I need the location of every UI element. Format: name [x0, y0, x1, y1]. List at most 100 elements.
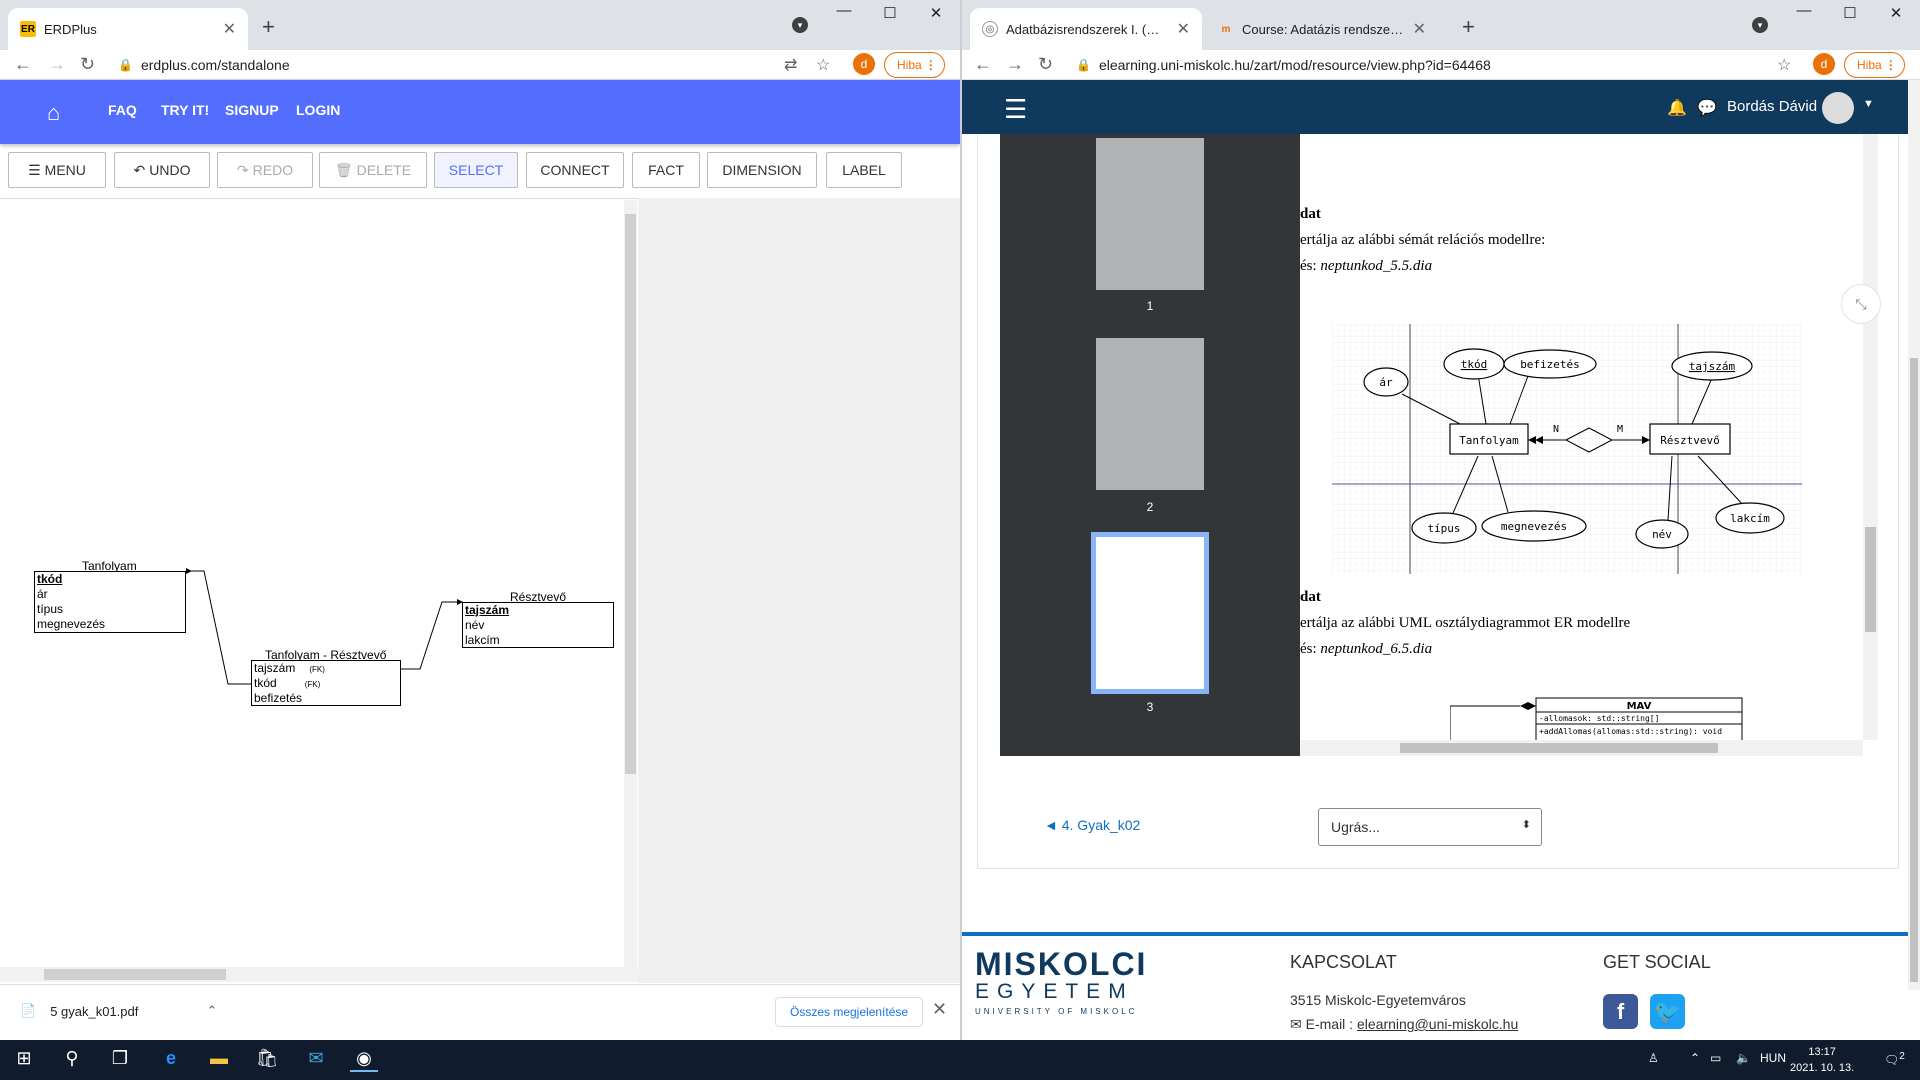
attr-row: ár — [37, 587, 48, 601]
pdf-viewer[interactable]: 1 2 3 dat ertálja az alábbi sémát reláci… — [1000, 134, 1878, 756]
fullscreen-toggle-icon[interactable]: ⤡ — [1841, 284, 1881, 324]
tab-adatbazisrendszerek[interactable]: ◎ Adatbázisrendszerek I. (GEIAL32 ✕ — [970, 8, 1202, 50]
menu-dots-icon: ⋮ — [924, 58, 937, 72]
entity-resztvevo[interactable]: tajszám név lakcím — [462, 602, 614, 648]
profile-avatar[interactable]: d — [1813, 53, 1835, 75]
store-icon[interactable]: 🛍 — [253, 1048, 281, 1072]
select-button[interactable]: SELECT — [434, 152, 518, 188]
address-bar[interactable]: 🔒 elearning.uni-miskolc.hu/zart/mod/reso… — [1076, 51, 1491, 79]
undo-button[interactable]: ↶ UNDO — [114, 152, 210, 188]
select-arrows-icon: ⬍ — [1521, 819, 1531, 831]
university-logo: MISKOLCI — [975, 946, 1148, 982]
search-icon[interactable]: ⚲ — [58, 1048, 86, 1072]
user-menu-caret-icon[interactable]: ▼ — [1863, 98, 1874, 110]
close-window-icon[interactable]: ✕ — [920, 4, 952, 22]
hamburger-icon[interactable]: ☰ — [1004, 94, 1027, 125]
entity-kapcsolo[interactable]: tajszám (FK) tkód (FK) befizetés — [251, 660, 401, 706]
close-window-icon[interactable]: ✕ — [1880, 4, 1912, 22]
people-icon[interactable]: ♙ — [1648, 1051, 1659, 1065]
task-view-icon[interactable]: ❐ — [106, 1048, 134, 1072]
bookmark-star-icon[interactable]: ☆ — [1777, 55, 1791, 75]
redo-button[interactable]: ↷ REDO — [217, 152, 313, 188]
new-tab-icon[interactable]: + — [1462, 14, 1475, 40]
tab-erdplus[interactable]: ER ERDPlus ✕ — [8, 8, 248, 50]
edge-icon[interactable]: e — [157, 1048, 185, 1072]
maximize-icon[interactable]: ☐ — [1834, 4, 1866, 22]
close-downloads-icon[interactable]: ✕ — [932, 999, 947, 1020]
back-icon[interactable]: ← — [974, 54, 992, 75]
attr-ar: ár — [1379, 376, 1393, 389]
close-tab-icon[interactable]: ✕ — [1413, 19, 1426, 39]
profile-avatar[interactable]: d — [853, 53, 875, 75]
close-tab-icon[interactable]: ✕ — [223, 19, 236, 39]
minimize-icon[interactable]: — — [828, 2, 860, 19]
file-explorer-icon[interactable]: ▬ — [205, 1048, 233, 1072]
translate-icon[interactable]: ⇄ — [784, 55, 797, 75]
messages-icon[interactable]: 💬 — [1697, 98, 1717, 118]
nav-try-it[interactable]: TRY IT! — [161, 102, 209, 118]
connect-button[interactable]: CONNECT — [526, 152, 624, 188]
delete-button[interactable]: 🗑 DELETE — [319, 152, 427, 188]
chrome-icon[interactable]: ◉ — [350, 1048, 378, 1072]
reload-icon[interactable]: ↻ — [80, 54, 95, 75]
jump-label: Ugrás... — [1331, 819, 1381, 835]
forward-icon[interactable]: → — [1006, 54, 1024, 75]
uml-diagram-figure: MAV -allomasok: std::string[] +addAlloma… — [1450, 697, 1743, 740]
notification-center-icon[interactable]: 🗨2 — [1884, 1051, 1905, 1067]
download-item[interactable]: 📄 5 gyak_k01.pdf ⌃ — [20, 1003, 217, 1019]
home-icon[interactable]: ⌂ — [47, 100, 60, 126]
user-name[interactable]: Bordás Dávid — [1727, 98, 1817, 115]
facebook-icon[interactable]: f — [1603, 994, 1638, 1029]
jump-to-select[interactable]: Ugrás... ⬍ — [1318, 808, 1542, 846]
minimize-icon[interactable]: — — [1788, 2, 1820, 19]
tab-search-icon[interactable]: ▾ — [1752, 17, 1768, 33]
forward-icon[interactable]: → — [48, 54, 66, 75]
pdf-vertical-scrollbar[interactable] — [1863, 134, 1878, 740]
show-all-downloads-button[interactable]: Összes megjelenítése — [775, 997, 924, 1027]
back-icon[interactable]: ← — [14, 54, 32, 75]
twitter-icon[interactable]: 🐦 — [1650, 994, 1685, 1029]
input-language[interactable]: HUN — [1760, 1051, 1786, 1065]
card-m: M — [1617, 424, 1623, 435]
entity-tanfolyam[interactable]: tkód ár típus megnevezés — [34, 571, 186, 633]
bookmark-star-icon[interactable]: ☆ — [816, 55, 830, 75]
user-avatar[interactable] — [1822, 92, 1854, 124]
email-link[interactable]: elearning@uni-miskolc.hu — [1357, 1016, 1518, 1032]
diagram-canvas[interactable]: Tanfolyam tkód ár típus megnevezés Részt… — [0, 198, 638, 983]
tray-chevron-icon[interactable]: ⌃ — [1690, 1051, 1700, 1065]
previous-activity-link[interactable]: ◄ 4. Gyak_k02 — [1044, 817, 1140, 833]
error-button[interactable]: Hiba ⋮ — [884, 52, 945, 78]
notification-bell-icon[interactable]: 🔔 — [1667, 98, 1687, 118]
page-thumbnail-2[interactable] — [1096, 338, 1204, 490]
canvas-vertical-scrollbar[interactable] — [624, 200, 637, 982]
network-icon[interactable]: ▭ — [1710, 1051, 1721, 1065]
canvas-horizontal-scrollbar[interactable] — [0, 967, 638, 982]
nav-login[interactable]: LOGIN — [296, 102, 340, 118]
page-thumbnail-1[interactable] — [1096, 138, 1204, 290]
mail-icon[interactable]: ✉ — [302, 1048, 330, 1072]
error-button[interactable]: Hiba ⋮ — [1844, 52, 1905, 78]
new-tab-icon[interactable]: + — [262, 14, 275, 40]
uml-method: +addAllomas(allomas:std::string): void — [1539, 727, 1722, 736]
label-button[interactable]: LABEL — [826, 152, 902, 188]
nav-signup[interactable]: SIGNUP — [225, 102, 279, 118]
dimension-button[interactable]: DIMENSION — [707, 152, 817, 188]
system-clock[interactable]: 13:17 2021. 10. 13. — [1790, 1044, 1854, 1076]
chevron-up-icon[interactable]: ⌃ — [206, 1003, 217, 1019]
maximize-icon[interactable]: ☐ — [874, 4, 906, 22]
tab-search-icon[interactable]: ▾ — [792, 17, 808, 33]
volume-muted-icon[interactable]: 🔈 — [1736, 1051, 1751, 1065]
fact-button[interactable]: FACT — [632, 152, 700, 188]
pdf-horizontal-scrollbar[interactable] — [1300, 740, 1863, 756]
page-vertical-scrollbar[interactable] — [1908, 80, 1920, 990]
menu-button[interactable]: ☰ MENU — [8, 152, 106, 188]
reload-icon[interactable]: ↻ — [1038, 54, 1053, 75]
tab-course[interactable]: m Course: Adatázis rendszerek I ✕ — [1206, 8, 1438, 50]
card-n: N — [1553, 424, 1559, 435]
address-bar[interactable]: 🔒 erdplus.com/standalone — [118, 51, 290, 79]
close-tab-icon[interactable]: ✕ — [1177, 19, 1190, 39]
windows-start-icon[interactable]: ⊞ — [10, 1048, 38, 1072]
page-thumbnail-3[interactable] — [1091, 532, 1209, 694]
nav-faq[interactable]: FAQ — [108, 102, 137, 118]
moodle-browser-window: ◎ Adatbázisrendszerek I. (GEIAL32 ✕ m Co… — [962, 0, 1920, 1040]
